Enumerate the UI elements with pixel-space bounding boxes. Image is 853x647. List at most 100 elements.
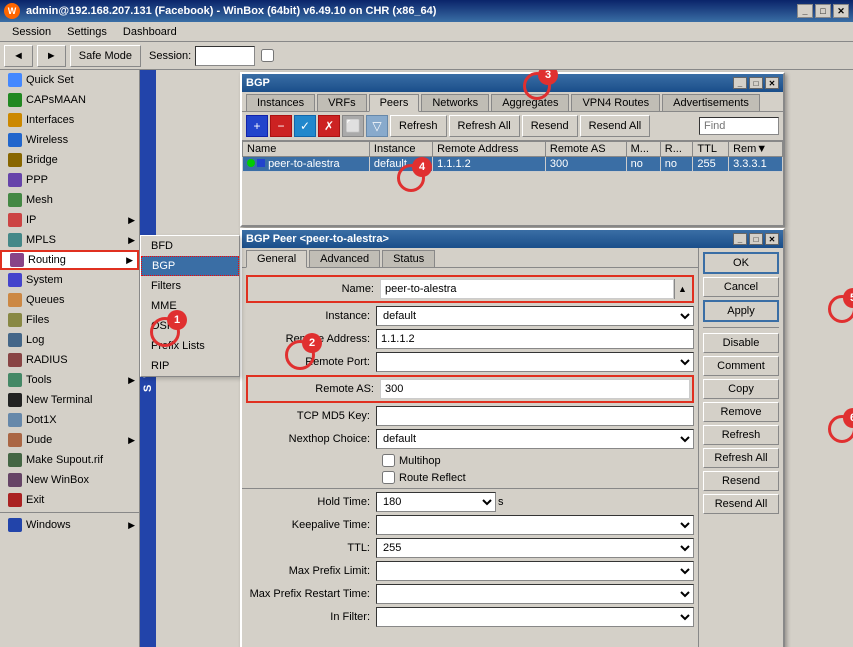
bgp-disable-btn[interactable]: ✗ [318, 115, 340, 137]
cancel-button[interactable]: Cancel [703, 277, 779, 297]
bgp-remove-btn[interactable]: − [270, 115, 292, 137]
sidebar-item-queues[interactable]: Queues [0, 290, 139, 310]
bgp-resend-btn[interactable]: Resend [522, 115, 578, 137]
sidebar-item-wireless[interactable]: Wireless [0, 130, 139, 150]
ok-button[interactable]: OK [703, 252, 779, 274]
menu-settings[interactable]: Settings [59, 24, 115, 40]
sidebar-item-mesh[interactable]: Mesh [0, 190, 139, 210]
submenu-mme[interactable]: MME [141, 296, 239, 316]
name-scroll[interactable]: ▲ [674, 279, 690, 299]
col-remote-as[interactable]: Remote AS [545, 142, 626, 157]
name-input[interactable] [380, 279, 674, 299]
sidebar-item-routing[interactable]: Routing ▶ [0, 250, 139, 270]
sidebar-item-makesupout[interactable]: Make Supout.rif [0, 450, 139, 470]
peer-maximize[interactable]: □ [749, 233, 763, 245]
sidebar-item-windows[interactable]: Windows ▶ [0, 515, 139, 535]
peer-close[interactable]: ✕ [765, 233, 779, 245]
peer-tab-general[interactable]: General [246, 250, 307, 268]
sidebar-item-log[interactable]: Log [0, 330, 139, 350]
peer-tab-advanced[interactable]: Advanced [309, 250, 380, 267]
submenu-ospf[interactable]: OSPF [141, 316, 239, 336]
bgp-refresh-btn[interactable]: Refresh [390, 115, 447, 137]
keepalive-select[interactable] [376, 515, 694, 535]
peer-minimize[interactable]: _ [733, 233, 747, 245]
comment-button[interactable]: Comment [703, 356, 779, 376]
tab-aggregates[interactable]: Aggregates [491, 94, 569, 111]
tab-peers[interactable]: Peers [369, 94, 420, 112]
tab-advertisements[interactable]: Advertisements [662, 94, 760, 111]
sidebar-item-dot1x[interactable]: Dot1X [0, 410, 139, 430]
apply-button[interactable]: Apply [703, 300, 779, 322]
sidebar-item-ip[interactable]: IP ▶ [0, 210, 139, 230]
sidebar-item-quickset[interactable]: Quick Set [0, 70, 139, 90]
submenu-rip[interactable]: RIP [141, 356, 239, 376]
maximize-btn[interactable]: □ [815, 4, 831, 18]
session-input[interactable] [195, 46, 255, 66]
sidebar-item-bridge[interactable]: Bridge [0, 150, 139, 170]
remote-as-input[interactable] [380, 379, 690, 399]
bgp-enable-btn[interactable]: ✓ [294, 115, 316, 137]
bgp-close[interactable]: ✕ [765, 77, 779, 89]
sidebar-item-system[interactable]: System [0, 270, 139, 290]
sidebar-item-exit[interactable]: Exit [0, 490, 139, 510]
back-button[interactable]: ◄ [4, 45, 33, 67]
copy-button[interactable]: Copy [703, 379, 779, 399]
menu-session[interactable]: Session [4, 24, 59, 40]
minimize-btn[interactable]: _ [797, 4, 813, 18]
col-remote-address[interactable]: Remote Address [433, 142, 546, 157]
sidebar-item-dude[interactable]: Dude ▶ [0, 430, 139, 450]
remote-address-input[interactable] [376, 329, 694, 349]
col-instance[interactable]: Instance [369, 142, 432, 157]
sidebar-item-mpls[interactable]: MPLS ▶ [0, 230, 139, 250]
submenu-prefix-lists[interactable]: Prefix Lists [141, 336, 239, 356]
resend-all-button[interactable]: Resend All [703, 494, 779, 514]
col-name[interactable]: Name [243, 142, 370, 157]
session-checkbox[interactable] [261, 49, 274, 62]
max-prefix-select[interactable] [376, 561, 694, 581]
tcp-md5-input[interactable] [376, 406, 694, 426]
multihop-checkbox[interactable] [382, 454, 395, 467]
table-row[interactable]: peer-to-alestra default 1.1.1.2 300 no n… [243, 157, 783, 172]
bgp-find-input[interactable] [699, 117, 779, 135]
safemode-button[interactable]: Safe Mode [70, 45, 141, 67]
col-m[interactable]: M... [626, 142, 660, 157]
col-r[interactable]: R... [660, 142, 693, 157]
col-rem[interactable]: Rem▼ [729, 142, 783, 157]
sidebar-item-files[interactable]: Files [0, 310, 139, 330]
bgp-refresh-all-btn[interactable]: Refresh All [449, 115, 520, 137]
sidebar-item-ppp[interactable]: PPP [0, 170, 139, 190]
submenu-bgp[interactable]: BGP [141, 256, 239, 276]
bgp-resend-all-btn[interactable]: Resend All [580, 115, 651, 137]
tab-networks[interactable]: Networks [421, 94, 489, 111]
bgp-maximize[interactable]: □ [749, 77, 763, 89]
hold-time-select[interactable]: 180 [376, 492, 496, 512]
in-filter-select[interactable] [376, 607, 694, 627]
resend-button[interactable]: Resend [703, 471, 779, 491]
sidebar-item-interfaces[interactable]: Interfaces [0, 110, 139, 130]
refresh-button[interactable]: Refresh [703, 425, 779, 445]
disable-button[interactable]: Disable [703, 333, 779, 353]
menu-dashboard[interactable]: Dashboard [115, 24, 185, 40]
nexthop-select[interactable]: default [376, 429, 694, 449]
tab-vrfs[interactable]: VRFs [317, 94, 367, 111]
tab-vpn4routes[interactable]: VPN4 Routes [571, 94, 660, 111]
submenu-bfd[interactable]: BFD [141, 236, 239, 256]
max-prefix-restart-select[interactable] [376, 584, 694, 604]
remove-button[interactable]: Remove [703, 402, 779, 422]
bgp-add-btn[interactable]: + [246, 115, 268, 137]
bgp-filter-btn[interactable]: ▽ [366, 115, 388, 137]
tab-instances[interactable]: Instances [246, 94, 315, 111]
instance-select[interactable]: default [376, 306, 694, 326]
sidebar-item-tools[interactable]: Tools ▶ [0, 370, 139, 390]
refresh-all-button[interactable]: Refresh All [703, 448, 779, 468]
remote-port-select[interactable] [376, 352, 694, 372]
peer-tab-status[interactable]: Status [382, 250, 435, 267]
ttl-select[interactable]: 255 [376, 538, 694, 558]
bgp-copy-btn[interactable]: ⬜ [342, 115, 364, 137]
bgp-minimize[interactable]: _ [733, 77, 747, 89]
sidebar-item-newterminal[interactable]: New Terminal [0, 390, 139, 410]
close-btn[interactable]: ✕ [833, 4, 849, 18]
forward-button[interactable]: ► [37, 45, 66, 67]
submenu-filters[interactable]: Filters [141, 276, 239, 296]
col-ttl[interactable]: TTL [693, 142, 729, 157]
